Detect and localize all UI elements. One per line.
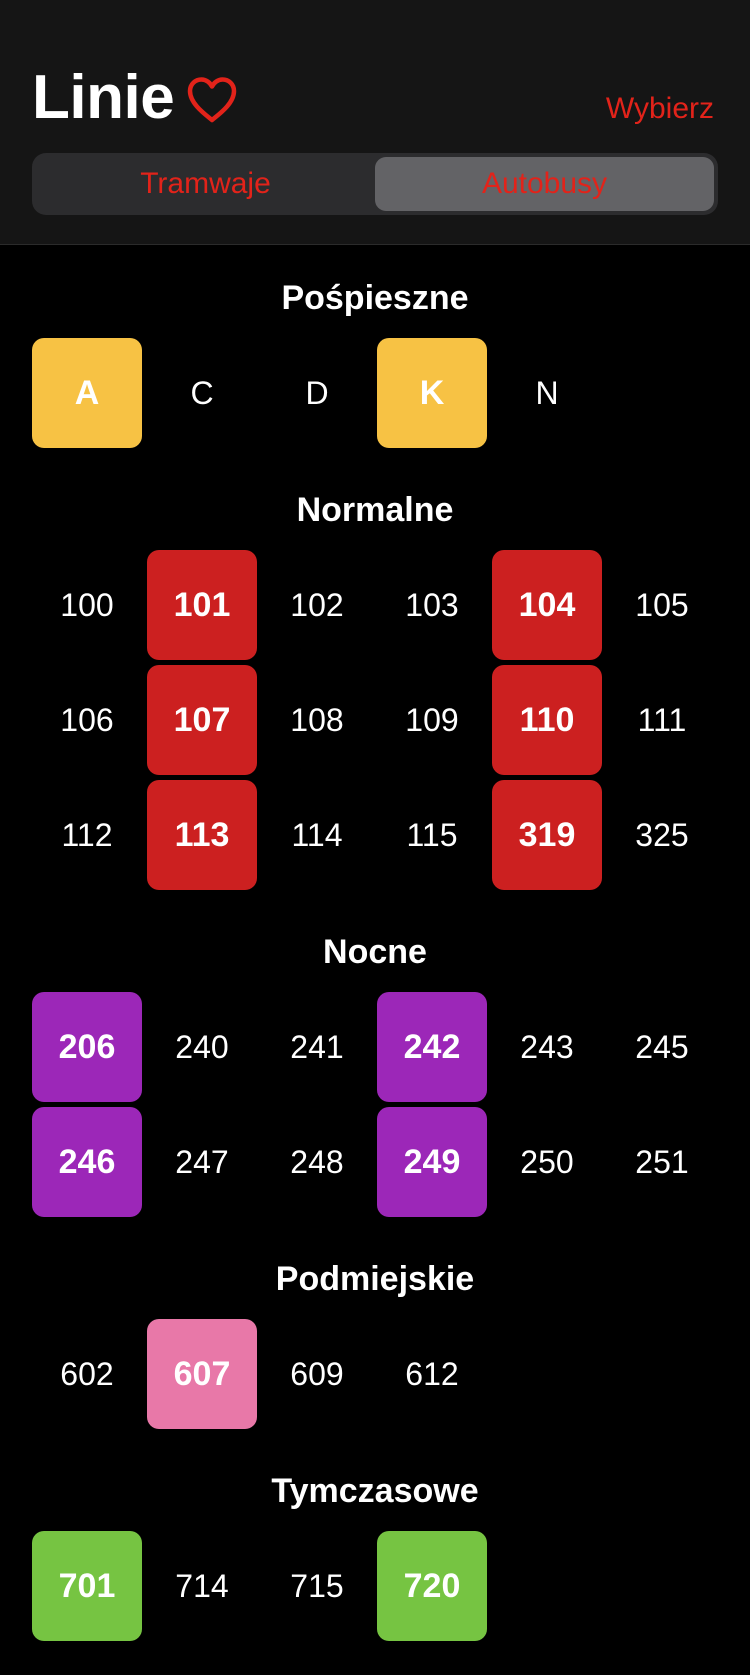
line-tile[interactable]: 602 xyxy=(32,1319,142,1429)
line-tile-favorite[interactable]: 249 xyxy=(377,1107,487,1217)
line-tile[interactable]: 103 xyxy=(377,550,487,660)
line-tile-favorite[interactable]: 242 xyxy=(377,992,487,1102)
line-tile[interactable]: C xyxy=(147,338,257,448)
line-tile-favorite[interactable]: 607 xyxy=(147,1319,257,1429)
line-tile[interactable]: 609 xyxy=(262,1319,372,1429)
line-tile-favorite[interactable]: 107 xyxy=(147,665,257,775)
line-tile[interactable]: 112 xyxy=(32,780,142,890)
navigation-header: Linie Wybierz Tramwaje Autobusy xyxy=(0,0,750,245)
line-tile[interactable]: 243 xyxy=(492,992,602,1102)
line-tile-favorite[interactable]: A xyxy=(32,338,142,448)
line-grid: 100 101 102 103 104 105 106 107 108 109 110 111 112 1… xyxy=(32,550,722,890)
line-tile[interactable]: 247 xyxy=(147,1107,257,1217)
line-tile-favorite[interactable]: 701 xyxy=(32,1531,142,1641)
line-tile[interactable]: 250 xyxy=(492,1107,602,1217)
select-button[interactable]: Wybierz xyxy=(606,92,714,126)
line-tile[interactable]: 106 xyxy=(32,665,142,775)
section-title: Tymczasowe xyxy=(271,1472,479,1510)
line-tile[interactable]: 109 xyxy=(377,665,487,775)
line-tile[interactable]: 105 xyxy=(607,550,717,660)
tab-tramwaje[interactable]: Tramwaje xyxy=(36,157,375,211)
line-tile-favorite[interactable]: K xyxy=(377,338,487,448)
title-row: Linie xyxy=(32,62,238,134)
section-title: Podmiejskie xyxy=(275,1260,475,1298)
line-grid: ACDKN xyxy=(32,338,722,448)
line-tile[interactable]: D xyxy=(262,338,372,448)
lines-list: Pośpieszne A C D K N Normalne 100 101 102 103 104 10… xyxy=(32,270,722,1675)
section-title: Normalne xyxy=(296,491,454,529)
line-tile-favorite[interactable]: 113 xyxy=(147,780,257,890)
section-title: Nocne xyxy=(323,933,427,971)
line-tile[interactable]: 100 xyxy=(32,550,142,660)
page-title: Linie xyxy=(32,63,175,132)
line-tile[interactable]: 248 xyxy=(262,1107,372,1217)
line-tile[interactable]: 715 xyxy=(262,1531,372,1641)
line-tile[interactable]: 714 xyxy=(147,1531,257,1641)
line-tile[interactable]: 612 xyxy=(377,1319,487,1429)
line-tile[interactable]: 245 xyxy=(607,992,717,1102)
line-tile-favorite[interactable]: 206 xyxy=(32,992,142,1102)
line-grid: 602 607 609 612 xyxy=(32,1319,722,1429)
line-tile-favorite[interactable]: 720 xyxy=(377,1531,487,1641)
line-tile[interactable]: N xyxy=(492,338,602,448)
line-tile[interactable]: 241 xyxy=(262,992,372,1102)
line-tile[interactable]: 251 xyxy=(607,1107,717,1217)
segmented-control: Tramwaje Autobusy xyxy=(32,153,718,215)
line-tile-favorite[interactable]: 101 xyxy=(147,550,257,660)
line-grid: 206 240 241 242 243 245 246 247 248 249 250 251 xyxy=(32,992,722,1217)
section-title: Pośpieszne xyxy=(281,279,469,317)
line-tile[interactable]: 325 xyxy=(607,780,717,890)
line-tile-favorite[interactable]: 246 xyxy=(32,1107,142,1217)
line-tile[interactable]: 114 xyxy=(262,780,372,890)
line-tile[interactable]: 108 xyxy=(262,665,372,775)
line-tile[interactable]: 111 xyxy=(607,665,717,775)
line-tile-favorite[interactable]: 104 xyxy=(492,550,602,660)
heart-icon[interactable] xyxy=(186,76,238,124)
line-tile[interactable]: 115 xyxy=(377,780,487,890)
line-tile[interactable]: 240 xyxy=(147,992,257,1102)
line-tile-favorite[interactable]: 110 xyxy=(492,665,602,775)
line-grid: 701 714 715 720 xyxy=(32,1531,722,1641)
line-tile-favorite[interactable]: 319 xyxy=(492,780,602,890)
tab-autobusy[interactable]: Autobusy xyxy=(375,157,714,211)
line-tile[interactable]: 102 xyxy=(262,550,372,660)
